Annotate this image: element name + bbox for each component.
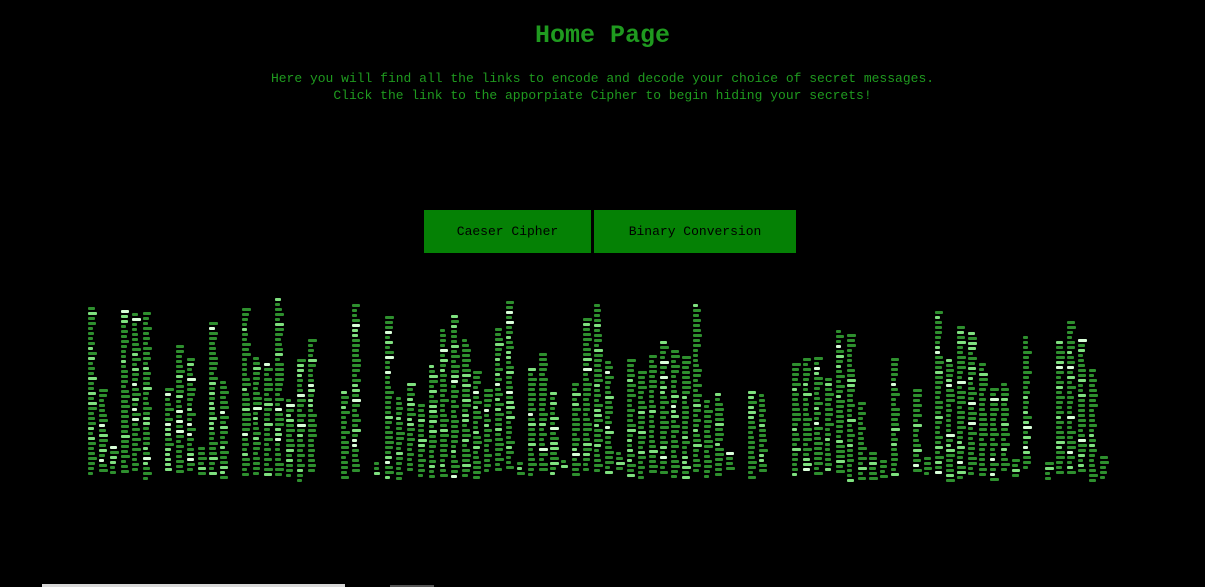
- rain-column: [440, 329, 449, 479]
- rain-column: [627, 359, 636, 480]
- rain-column: [704, 400, 713, 481]
- rain-column: [924, 457, 933, 477]
- rain-column: [264, 363, 273, 482]
- rain-column: [649, 355, 658, 475]
- rain-column: [990, 388, 999, 484]
- rain-column: [836, 330, 845, 478]
- rain-column: [132, 313, 141, 477]
- rain-column: [286, 399, 295, 480]
- rain-column: [583, 318, 592, 475]
- rain-column: [528, 368, 537, 481]
- rain-column: [726, 452, 735, 476]
- rain-column: [858, 402, 867, 482]
- rain-column: [660, 341, 669, 479]
- rain-column: [121, 310, 130, 476]
- rain-column: [1012, 459, 1021, 479]
- intro-text: Here you will find all the links to enco…: [0, 70, 1205, 104]
- rain-column: [880, 460, 889, 480]
- rain-column: [484, 389, 493, 475]
- rain-column: [847, 334, 856, 484]
- rain-column: [462, 339, 471, 483]
- rain-column: [495, 328, 504, 474]
- rain-column: [341, 391, 350, 485]
- rain-column: [935, 311, 944, 479]
- rain-column: [561, 460, 570, 474]
- rain-column: [209, 322, 218, 481]
- rain-column: [638, 371, 647, 484]
- rain-column: [792, 363, 801, 480]
- rain-column: [825, 378, 834, 474]
- rain-column: [429, 365, 438, 484]
- rain-column: [594, 304, 603, 476]
- caesar-cipher-button[interactable]: Caeser Cipher: [424, 210, 591, 253]
- rain-column: [979, 363, 988, 482]
- rain-column: [957, 326, 966, 483]
- rain-column: [759, 394, 768, 474]
- rain-column: [968, 332, 977, 479]
- cipher-nav: Caeser Cipher Binary Conversion: [424, 210, 796, 253]
- rain-column: [143, 312, 152, 482]
- rain-column: [803, 358, 812, 476]
- rain-column: [407, 383, 416, 474]
- intro-line-2: Click the link to the apporpiate Cipher …: [333, 88, 872, 103]
- rain-column: [187, 358, 196, 476]
- rain-column: [605, 361, 614, 480]
- rain-column: [1078, 339, 1087, 475]
- rain-column: [748, 391, 757, 484]
- rain-column: [550, 392, 559, 480]
- binary-conversion-button[interactable]: Binary Conversion: [594, 210, 796, 253]
- rain-column: [693, 304, 702, 474]
- rain-column: [1100, 456, 1109, 485]
- rain-column: [715, 393, 724, 478]
- rain-column: [539, 353, 548, 476]
- rain-column: [616, 452, 625, 476]
- rain-column: [297, 359, 306, 485]
- intro-line-1: Here you will find all the links to enco…: [270, 71, 935, 86]
- rain-column: [385, 316, 394, 483]
- rain-column: [1067, 321, 1076, 479]
- rain-column: [1001, 383, 1010, 477]
- rain-column: [352, 304, 361, 474]
- rain-column: [418, 404, 427, 482]
- rain-column: [242, 308, 251, 478]
- rain-column: [99, 389, 108, 476]
- rain-column: [110, 446, 119, 476]
- rain-column: [506, 301, 515, 474]
- rain-column: [517, 462, 526, 481]
- rain-column: [913, 389, 922, 476]
- rain-column: [572, 383, 581, 481]
- rain-column: [1056, 341, 1065, 480]
- rain-column: [869, 452, 878, 485]
- rain-column: [308, 339, 317, 476]
- rain-column: [946, 359, 955, 485]
- rain-column: [374, 462, 383, 477]
- rain-column: [1045, 462, 1054, 485]
- rain-column: [1089, 369, 1098, 485]
- rain-column: [682, 356, 691, 485]
- rain-column: [176, 345, 185, 476]
- rain-column: [396, 397, 405, 482]
- rain-column: [891, 358, 900, 482]
- rain-column: [671, 350, 680, 482]
- matrix-rain-animation: [0, 295, 1205, 495]
- rain-column: [220, 381, 229, 483]
- page-title: Home Page: [534, 21, 671, 50]
- rain-column: [814, 357, 823, 480]
- rain-column: [451, 315, 460, 484]
- rain-column: [198, 447, 207, 478]
- rain-column: [165, 388, 174, 474]
- rain-column: [473, 371, 482, 485]
- rain-column: [88, 307, 97, 479]
- rain-column: [1023, 336, 1032, 475]
- rain-column: [275, 298, 284, 478]
- rain-column: [253, 357, 262, 480]
